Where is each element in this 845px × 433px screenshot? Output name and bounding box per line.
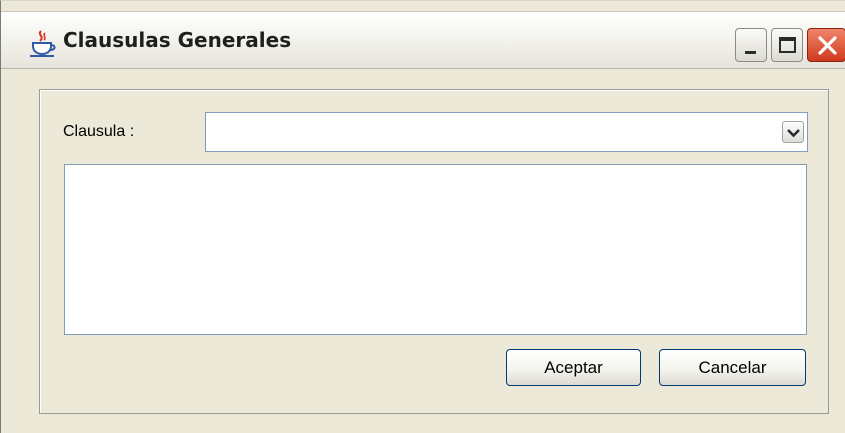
clausula-combo[interactable] [205,112,808,152]
cancelar-button[interactable]: Cancelar [659,349,806,386]
maximize-button[interactable] [771,28,803,62]
maximize-icon [779,37,796,53]
combo-dropdown-button[interactable] [782,121,804,143]
close-button[interactable] [807,28,845,62]
chevron-down-icon [787,129,800,138]
dialog-window: Clausulas Generales Clausula : Aceptar C… [0,0,845,433]
minimize-icon [745,51,756,54]
aceptar-button[interactable]: Aceptar [506,349,641,386]
title-bar[interactable]: Clausulas Generales [1,11,845,69]
clausula-label: Clausula : [63,123,135,140]
minimize-button[interactable] [735,28,767,62]
java-cup-icon [27,29,59,59]
clausula-text-area[interactable] [64,164,807,335]
close-icon [818,36,837,55]
window-title: Clausulas Generales [63,28,292,52]
